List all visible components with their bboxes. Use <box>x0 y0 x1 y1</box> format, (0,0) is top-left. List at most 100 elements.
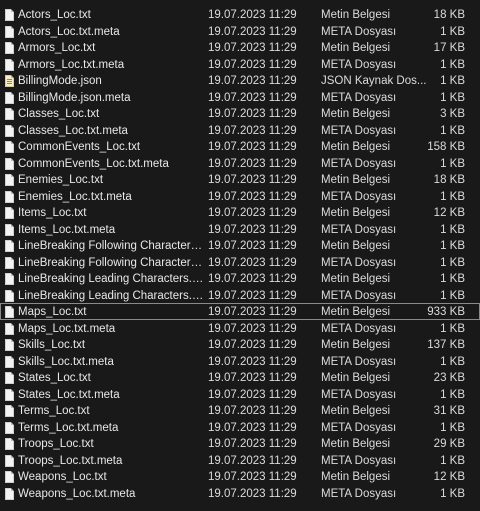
file-row[interactable]: Weapons_Loc.txt 19.07.2023 11:29 Metin Bel… <box>0 468 480 485</box>
file-size: 1 KB <box>440 25 465 38</box>
file-size: 158 KB <box>427 141 465 153</box>
file-date-modified: 19.07.2023 11:29 <box>208 141 297 153</box>
file-date-modified: 19.07.2023 11:29 <box>208 25 297 38</box>
file-name: Maps_Loc.txt <box>18 306 87 318</box>
file-size: 1 KB <box>440 355 465 368</box>
file-name: BillingMode.json.meta <box>18 91 131 104</box>
file-date-modified: 19.07.2023 11:29 <box>208 58 297 71</box>
file-size: 1 KB <box>440 75 465 87</box>
file-date-modified: 19.07.2023 11:29 <box>208 42 297 54</box>
text-file-icon <box>5 25 14 38</box>
file-row[interactable]: Enemies_Loc.txt 19.07.2023 11:29 Metin Bel… <box>0 171 480 188</box>
file-date-modified: 19.07.2023 11:29 <box>208 487 297 500</box>
text-file-icon <box>5 174 14 186</box>
file-row[interactable]: Weapons_Loc.txt.meta 19.07.2023 11:29 META… <box>0 485 480 502</box>
file-name: Terms_Loc.txt <box>18 405 90 417</box>
text-file-icon <box>5 108 14 120</box>
file-row[interactable]: LineBreaking Following Characters.txt.m.… <box>0 254 480 271</box>
file-name: Weapons_Loc.txt.meta <box>18 487 136 500</box>
file-row[interactable]: Actors_Loc.txt.meta 19.07.2023 11:29 META … <box>0 23 480 40</box>
file-date-modified: 19.07.2023 11:29 <box>208 306 297 318</box>
file-size: 23 KB <box>433 372 465 384</box>
file-row[interactable]: BillingMode.json 19.07.2023 11:29 JSON Kay… <box>0 72 480 89</box>
text-file-icon <box>5 454 14 467</box>
file-date-modified: 19.07.2023 11:29 <box>208 174 297 186</box>
file-size: 933 KB <box>427 306 465 318</box>
text-file-icon <box>5 438 14 450</box>
file-row[interactable]: LineBreaking Leading Characters.txt.meta… <box>0 287 480 304</box>
file-row[interactable]: LineBreaking Following Characters.txt 19.… <box>0 237 480 254</box>
text-file-icon <box>5 190 14 203</box>
file-date-modified: 19.07.2023 11:29 <box>208 273 297 285</box>
file-size: 1 KB <box>440 421 465 434</box>
file-row[interactable]: Classes_Loc.txt.meta 19.07.2023 11:29 META… <box>0 122 480 139</box>
file-size: 31 KB <box>433 405 465 417</box>
file-size: 1 KB <box>440 454 465 467</box>
text-file-icon <box>5 91 14 104</box>
file-row[interactable]: States_Loc.txt.meta 19.07.2023 11:29 META … <box>0 386 480 403</box>
file-name: Enemies_Loc.txt <box>18 174 104 186</box>
text-file-icon <box>5 471 14 483</box>
file-row[interactable]: Maps_Loc.txt 19.07.2023 11:29 Metin Belges… <box>0 303 480 320</box>
text-file-icon <box>5 157 14 170</box>
file-size: 1 KB <box>440 256 465 269</box>
file-name: Classes_Loc.txt.meta <box>18 124 128 137</box>
file-size: 1 KB <box>440 487 465 500</box>
file-row[interactable]: Armors_Loc.txt.meta 19.07.2023 11:29 META … <box>0 56 480 73</box>
file-row[interactable]: Enemies_Loc.txt.meta 19.07.2023 11:29 META… <box>0 188 480 205</box>
file-row[interactable]: Classes_Loc.txt 19.07.2023 11:29 Metin Bel… <box>0 105 480 122</box>
text-file-icon <box>5 355 14 368</box>
file-date-modified: 19.07.2023 11:29 <box>208 471 297 483</box>
file-row[interactable]: Items_Loc.txt.meta 19.07.2023 11:29 META D… <box>0 221 480 238</box>
file-row[interactable]: Troops_Loc.txt.meta 19.07.2023 11:29 META … <box>0 452 480 469</box>
text-file-icon <box>5 273 14 285</box>
file-row[interactable]: Armors_Loc.txt 19.07.2023 11:29 Metin Belg… <box>0 39 480 56</box>
file-name: Items_Loc.txt <box>18 207 87 219</box>
text-file-icon <box>5 289 14 302</box>
file-name: States_Loc.txt.meta <box>18 388 120 401</box>
file-row[interactable]: Items_Loc.txt 19.07.2023 11:29 Metin Belge… <box>0 204 480 221</box>
file-name: States_Loc.txt <box>18 372 91 384</box>
file-name: LineBreaking Leading Characters.txt <box>18 273 204 285</box>
file-row[interactable]: Skills_Loc.txt.meta 19.07.2023 11:29 META … <box>0 353 480 370</box>
file-size: 18 KB <box>433 9 465 21</box>
file-row[interactable]: Terms_Loc.txt.meta 19.07.2023 11:29 META D… <box>0 419 480 436</box>
file-row[interactable]: Troops_Loc.txt 19.07.2023 11:29 Metin Belg… <box>0 435 480 452</box>
file-name: Troops_Loc.txt <box>18 438 94 450</box>
file-date-modified: 19.07.2023 11:29 <box>208 256 297 269</box>
file-name: LineBreaking Leading Characters.txt.meta <box>18 289 204 302</box>
file-row[interactable]: Skills_Loc.txt 19.07.2023 11:29 Metin Belg… <box>0 336 480 353</box>
file-name: Actors_Loc.txt <box>18 9 91 21</box>
text-file-icon <box>5 421 14 434</box>
file-name: Items_Loc.txt.meta <box>18 223 116 236</box>
file-size: 17 KB <box>433 42 465 54</box>
file-name: Skills_Loc.txt.meta <box>18 355 114 368</box>
file-size: 1 KB <box>440 388 465 401</box>
text-file-icon <box>5 141 14 153</box>
file-date-modified: 19.07.2023 11:29 <box>208 355 297 368</box>
file-size: 1 KB <box>440 273 465 285</box>
file-name: BillingMode.json <box>18 75 102 87</box>
file-row[interactable]: Actors_Loc.txt 19.07.2023 11:29 Metin Belg… <box>0 6 480 23</box>
file-name: LineBreaking Following Characters.txt <box>18 240 204 252</box>
text-file-icon <box>5 256 14 269</box>
file-row[interactable]: Maps_Loc.txt.meta 19.07.2023 11:29 META Do… <box>0 320 480 337</box>
file-name: Maps_Loc.txt.meta <box>18 322 116 335</box>
file-name: Armors_Loc.txt.meta <box>18 58 125 71</box>
file-size: 1 KB <box>440 240 465 252</box>
file-size: 3 KB <box>440 108 465 120</box>
file-row[interactable]: BillingMode.json.meta 19.07.2023 11:29 MET… <box>0 89 480 106</box>
text-file-icon <box>5 487 14 500</box>
file-row[interactable]: CommonEvents_Loc.txt.meta 19.07.2023 11:2… <box>0 155 480 172</box>
text-file-icon <box>5 405 14 417</box>
file-row[interactable]: CommonEvents_Loc.txt 19.07.2023 11:29 Meti… <box>0 138 480 155</box>
file-row[interactable]: LineBreaking Leading Characters.txt 19.07… <box>0 270 480 287</box>
file-size: 12 KB <box>433 471 465 483</box>
file-row[interactable]: Terms_Loc.txt 19.07.2023 11:29 Metin Belge… <box>0 402 480 419</box>
file-size: 1 KB <box>440 58 465 71</box>
file-row[interactable]: States_Loc.txt 19.07.2023 11:29 Metin Belg… <box>0 369 480 386</box>
file-date-modified: 19.07.2023 11:29 <box>208 108 297 120</box>
text-file-icon <box>5 124 14 137</box>
file-name: CommonEvents_Loc.txt.meta <box>18 157 169 170</box>
file-size: 18 KB <box>433 174 465 186</box>
